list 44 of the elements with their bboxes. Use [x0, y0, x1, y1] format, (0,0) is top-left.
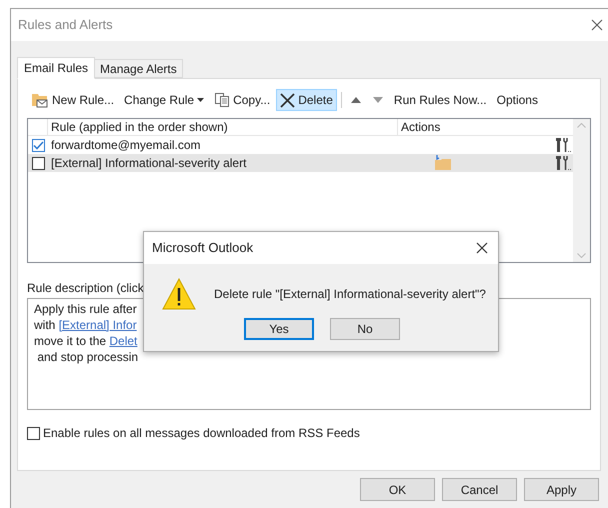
description-text: move it to the Delet — [34, 333, 138, 349]
tab[interactable]: Email Rules — [17, 57, 96, 79]
link[interactable]: [External] Infor — [58, 318, 137, 332]
warning-icon — [162, 278, 196, 310]
dialog-button[interactable]: Apply — [524, 478, 599, 501]
rule-name: [External] Informational-severity alert — [50, 155, 248, 172]
description-text: Apply this rule after — [34, 301, 137, 317]
new-rule-button[interactable]: New Rule... — [27, 89, 118, 111]
delete-icon — [280, 92, 296, 108]
move-up-icon[interactable] — [350, 97, 361, 103]
description-text: and stop processin — [36, 349, 138, 365]
move-down-icon[interactable] — [372, 97, 383, 103]
toolbar-button[interactable]: Options — [492, 89, 542, 111]
checkbox-label: Enable rules on all messages downloaded from RSS Feeds — [43, 425, 360, 442]
dialog-button[interactable]: Cancel — [442, 478, 517, 501]
caret-icon — [197, 98, 204, 102]
checkbox[interactable] — [32, 156, 44, 170]
tools-icon — [555, 137, 571, 153]
close-icon[interactable] — [591, 19, 603, 31]
description-label: Rule description (click — [27, 281, 144, 295]
toolbar-button[interactable]: Run Rules Now... — [390, 89, 491, 111]
column-header[interactable]: Actions — [398, 119, 573, 135]
description-text: with [External] Infor — [34, 317, 137, 333]
rule-name: forwardtome@myemail.com — [50, 137, 202, 154]
copy-button[interactable]: Copy... — [210, 89, 274, 111]
tab[interactable]: Manage Alerts — [95, 59, 183, 78]
column-header[interactable]: Rule (applied in the order shown) — [48, 119, 398, 135]
tools-icon — [555, 155, 571, 171]
link[interactable]: Delet — [109, 334, 138, 348]
message-button[interactable]: No — [330, 318, 400, 340]
close-icon[interactable] — [476, 242, 488, 254]
message-button[interactable]: Yes — [244, 318, 314, 340]
copy-icon — [214, 92, 230, 108]
new-rule-icon — [31, 92, 49, 108]
checkbox[interactable] — [27, 426, 40, 440]
checkbox[interactable] — [32, 138, 44, 152]
table-row[interactable]: forwardtome@myemail.com — [28, 136, 573, 154]
dialog-button[interactable]: OK — [360, 478, 435, 501]
delete-button[interactable]: Delete — [276, 89, 337, 111]
window-title: Rules and Alerts — [18, 16, 113, 34]
message-text: Delete rule "[External] Informational-severity alert"? — [214, 286, 486, 303]
message-box-title: Microsoft Outlook — [152, 239, 254, 258]
change-rule-button[interactable]: Change Rule — [120, 89, 208, 111]
table-row[interactable]: [External] Informational-severity alert — [28, 154, 573, 172]
